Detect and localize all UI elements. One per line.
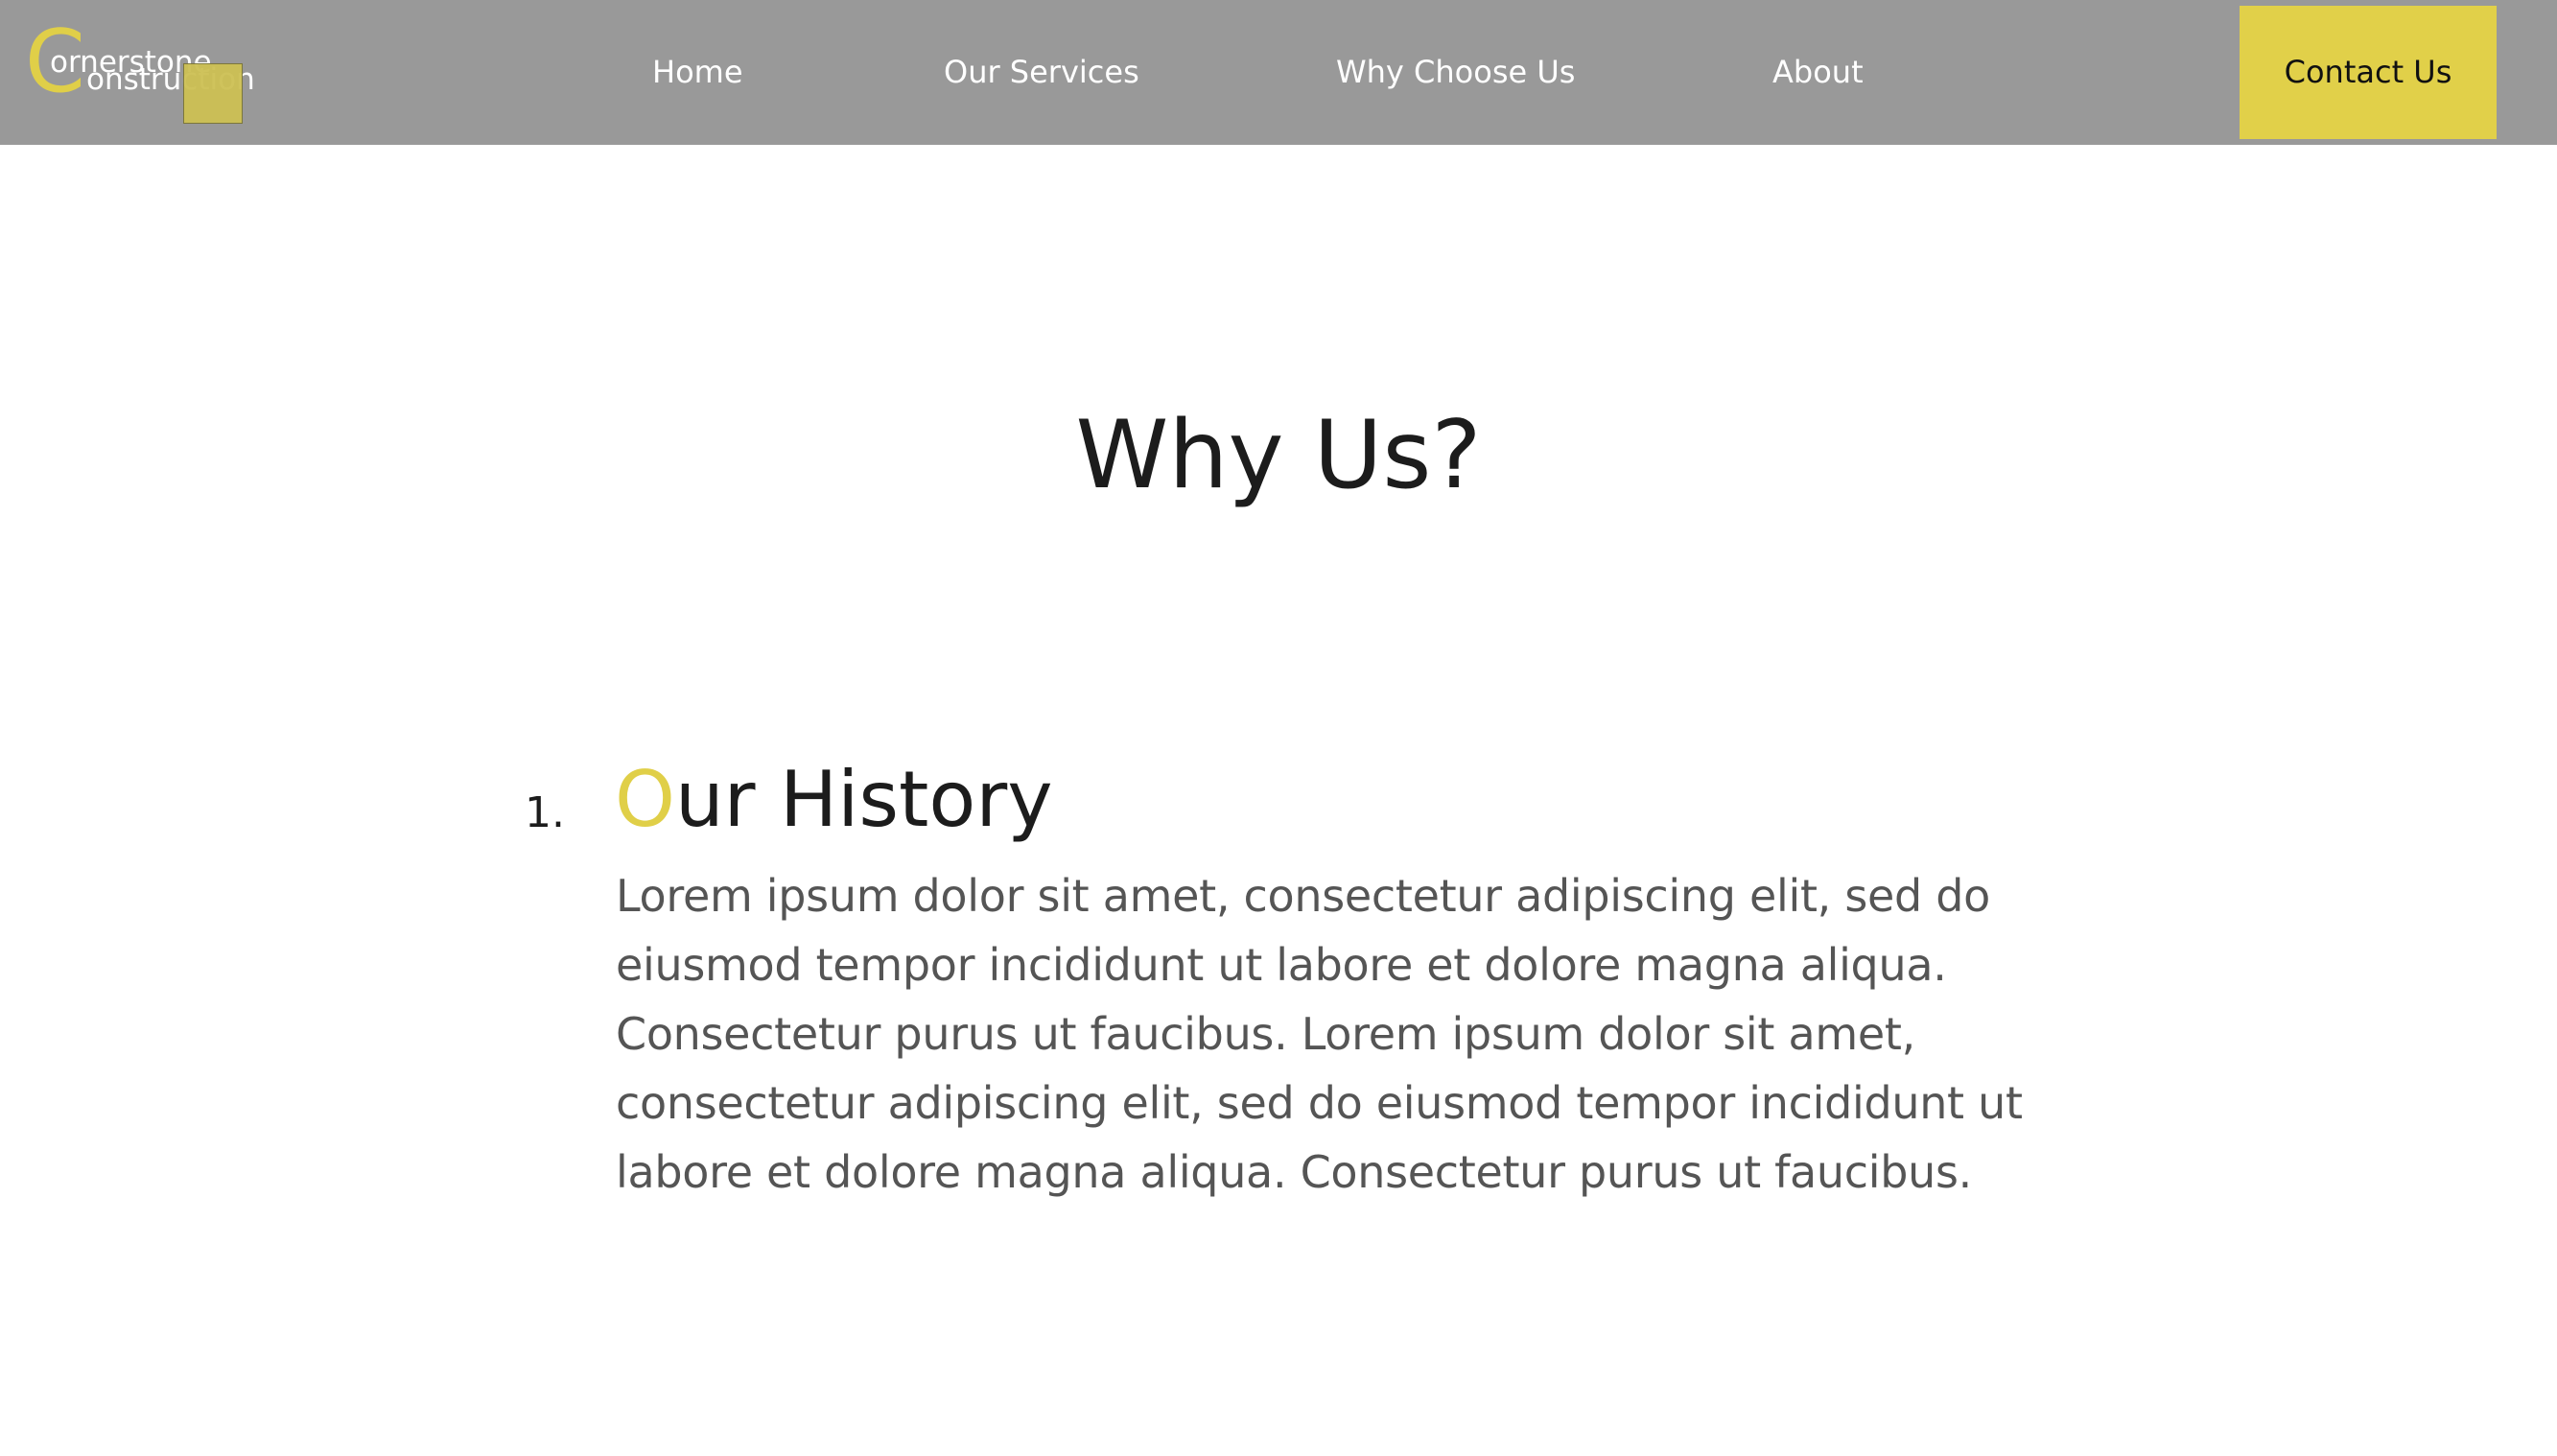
heading-initial-letter: O xyxy=(615,755,675,844)
section-body-text: Lorem ipsum dolor sit amet, consectetur … xyxy=(616,870,2023,1198)
nav-link-our-services[interactable]: Our Services xyxy=(944,48,1139,96)
site-logo[interactable]: C ornerstone onstruction xyxy=(25,19,265,129)
heading-rest: ur History xyxy=(674,755,1053,844)
page-title: Why Us? xyxy=(1075,401,1482,510)
nav-link-about[interactable]: About xyxy=(1772,48,1864,96)
nav-link-why-choose-us[interactable]: Why Choose Us xyxy=(1336,48,1575,96)
nav-link-home[interactable]: Home xyxy=(652,48,743,96)
logo-square-mark xyxy=(183,63,243,124)
section-heading-our-history: Our History xyxy=(615,752,1053,848)
contact-us-button[interactable]: Contact Us xyxy=(2240,6,2497,139)
navbar: C ornerstone onstruction Home Our Servic… xyxy=(0,0,2557,145)
list-item-number: 1. xyxy=(525,788,565,837)
